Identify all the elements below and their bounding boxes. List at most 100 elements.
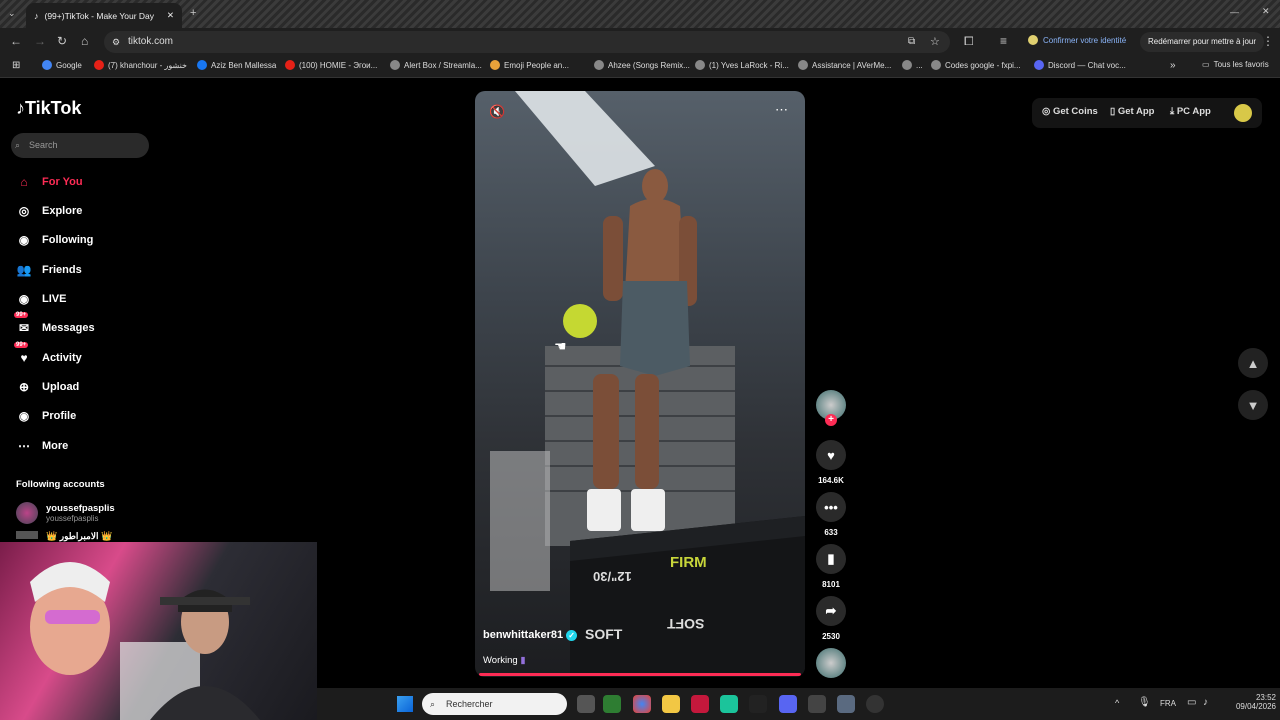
install-icon[interactable]: ⧉ [908,31,915,53]
sidebar-item-friends[interactable]: 👥 Friends [16,262,82,278]
apps-grid-icon[interactable]: ⊞ [12,60,20,71]
comment-button[interactable]: ••• 633 [816,492,846,537]
sidebar-item-messages[interactable]: ✉ 99+ Messages [14,312,95,336]
more-options-icon[interactable]: ⋯ [775,102,788,118]
bookmark-star-icon[interactable]: ☆ [930,31,940,53]
discord-icon[interactable] [779,695,797,713]
language-indicator[interactable]: FRA [1160,699,1176,708]
tab-tiktok[interactable]: ♪ (99+)TikTok - Make Your Day ✕ [26,3,182,28]
steam-icon[interactable] [749,695,767,713]
microphone-icon[interactable]: 🎙 [1138,697,1151,708]
profile-avatar-icon [1028,35,1038,45]
get-coins-button[interactable]: ◎ Get Coins [1042,106,1098,117]
app-icon[interactable] [691,695,709,713]
file-explorer-icon[interactable] [662,695,680,713]
settings-icon[interactable] [837,695,855,713]
search-input[interactable]: ⌕ Search [11,133,149,158]
identity-button[interactable]: Confirmer votre identité [1028,35,1126,45]
windows-start-icon[interactable] [397,696,413,712]
media-icon[interactable]: ≡ [1000,34,1007,48]
sidebar-item-explore[interactable]: ◎ Explore [16,203,83,219]
explore-icon: ◎ [18,204,30,218]
webcam-overlay [0,542,317,720]
next-video-button[interactable]: ▼ [1238,390,1268,420]
address-bar[interactable]: ⚙ tiktok.com ⧉ ☆ [104,31,950,53]
bookmark-item[interactable]: Codes google - fxpi... [931,60,1021,70]
sidebar-item-profile[interactable]: ◉ Profile [16,408,76,424]
bookmark-item[interactable]: Emoji People an... [490,60,569,70]
app-icon[interactable] [603,695,621,713]
bookmark-item[interactable]: Assistance | AVerMe... [798,60,891,70]
sidebar-item-upload[interactable]: ⊕ Upload [16,379,79,395]
pc-app-button[interactable]: ⤓ PC App [1170,106,1211,117]
new-tab-icon[interactable]: + [190,7,196,19]
forward-icon[interactable]: → [34,34,46,48]
reload-icon[interactable]: ↻ [57,34,67,48]
close-window-icon[interactable]: ✕ [1262,6,1270,17]
sidebar-item-activity[interactable]: ♥ 99+ Activity [14,342,82,366]
browser-toolbar: ← → ↻ ⌂ ⚙ tiktok.com ⧉ ☆ ⧠ ≡ Confirmer v… [0,28,1280,56]
share-button[interactable]: ➦ 2530 [816,596,846,641]
messages-icon: ✉ 99+ [14,312,30,335]
bookmark-favicon-icon [594,60,604,70]
more-bookmarks-icon[interactable]: » [1170,60,1176,71]
bookmark-item[interactable]: Alert Box / Streamla... [390,60,482,70]
sound-avatar[interactable] [816,648,846,684]
close-tab-icon[interactable]: ✕ [167,10,174,21]
app-icon[interactable] [808,695,826,713]
clock[interactable]: 23:52 09/04/2026 [1222,693,1276,711]
media-player-icon[interactable] [866,695,884,713]
account-item[interactable]: 👑 الامبراطور 👑 [16,531,112,542]
save-button[interactable]: ▮ 8101 [816,544,846,589]
creator-avatar[interactable]: + [816,390,846,426]
bookmark-item[interactable]: Aziz Ben Mallessa [197,60,276,70]
sidebar-item-following[interactable]: ◉ Following [16,232,94,248]
account-item[interactable]: youssefpasplis youssefpasplis [16,502,115,524]
progress-bar[interactable] [479,673,801,676]
all-bookmarks[interactable]: ▭ Tous les favoris [1202,60,1269,69]
volume-icon[interactable]: ♪ [1203,697,1208,708]
bookmark-label: Emoji People an... [504,60,569,70]
bookmark-favicon-icon [798,60,808,70]
coin-icon: ◎ [1042,106,1051,117]
mute-icon[interactable]: 🔇 [489,104,505,120]
share-icon: ➦ [816,596,846,626]
notification-badge: 99+ [14,342,29,348]
follow-plus-icon[interactable]: + [825,414,837,426]
back-icon[interactable]: ← [10,34,22,48]
home-icon[interactable]: ⌂ [81,34,88,48]
phone-icon: ▯ [1110,106,1116,117]
taskbar-search-input[interactable]: ⌕ Rechercher [422,693,567,715]
bookmark-item[interactable]: Discord — Chat voc... [1034,60,1126,70]
bookmark-item[interactable]: (100) HOMIE - Эгои... [285,60,377,70]
tiktok-logo[interactable]: ♪TikTok [16,98,81,119]
task-view-icon[interactable] [577,695,595,713]
previous-video-button[interactable]: ▲ [1238,348,1268,378]
bookmark-item[interactable]: ... [902,60,923,70]
profile-avatar[interactable] [1234,104,1252,122]
bookmark-item[interactable]: (7) khanchour - خنشور [94,60,187,70]
get-app-button[interactable]: ▯ Get App [1110,106,1154,117]
like-button[interactable]: ♥ 164.6K [816,440,846,485]
bookmark-item[interactable]: Google [42,60,82,70]
tab-search-icon[interactable]: ⌄ [8,8,16,19]
app-icon[interactable] [720,695,738,713]
site-info-icon[interactable]: ⚙ [112,31,120,53]
sidebar-item-more[interactable]: ⋯ More [16,438,68,454]
sidebar-item-live[interactable]: ◉ LIVE [16,291,67,307]
video-player[interactable]: 🔇 ⋯ FIRM 12"/30 SOFT SOFT benwhittaker81… [475,91,805,677]
network-icon[interactable]: ▭ [1187,697,1196,708]
tiktok-favicon-icon: ♪ [34,10,39,21]
restart-update-button[interactable]: Redémarrer pour mettre à jour [1140,32,1265,52]
bookmark-label: Assistance | AVerMe... [812,60,892,70]
bookmark-label: Alert Box / Streamla... [404,60,482,70]
chrome-icon[interactable] [633,695,651,713]
extensions-icon[interactable]: ⧠ [964,34,974,49]
video-author[interactable]: benwhittaker81 ✓ [483,629,578,641]
sidebar-item-for-you[interactable]: ⌂ For You [16,174,82,190]
bookmark-item[interactable]: (1) Yves LaRock - Ri... [695,60,789,70]
menu-kebab-icon[interactable]: ⋮ [1262,34,1274,48]
minimize-icon[interactable]: — [1230,7,1239,17]
bookmark-item[interactable]: Ahzee (Songs Remix... [594,60,690,70]
chevron-up-icon[interactable]: ^ [1115,698,1119,708]
